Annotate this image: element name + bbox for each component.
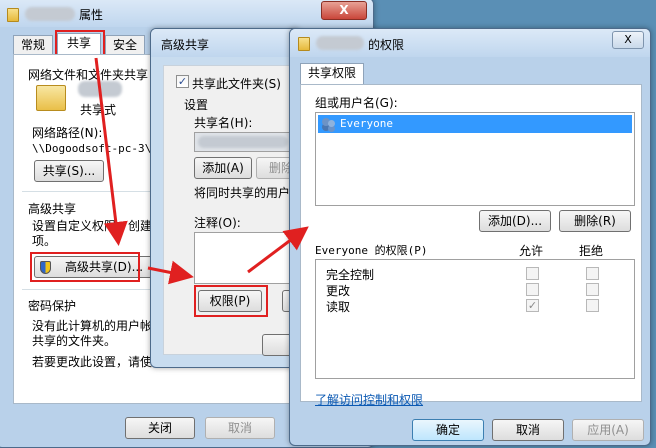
- group-users-label: 组或用户名(G):: [315, 96, 398, 110]
- user-limit-label: 将同时共享的用户: [194, 186, 291, 200]
- table-row: 更改: [316, 282, 634, 298]
- section-divider: [22, 191, 152, 192]
- allow-header: 允许: [519, 244, 544, 258]
- redacted-share-name: [78, 81, 122, 97]
- list-item[interactable]: Everyone: [318, 115, 632, 133]
- folder-icon: [298, 37, 310, 51]
- share-button[interactable]: 共享(S)...: [34, 160, 104, 182]
- permissions-close-button[interactable]: X: [612, 31, 644, 49]
- section-divider: [22, 289, 152, 290]
- network-path-label: 网络路径(N):: [32, 126, 103, 140]
- table-row: 完全控制: [316, 266, 634, 282]
- shared-folder-icon: [36, 85, 66, 111]
- permissions-titlebar: 的权限 X: [290, 29, 650, 57]
- deny-checkbox[interactable]: [586, 283, 599, 296]
- permissions-header: Everyone 的权限(P): [315, 244, 428, 257]
- tab-general-label: 常规: [20, 38, 45, 52]
- password-protection-heading: 密码保护: [28, 299, 77, 313]
- comment-field[interactable]: [194, 232, 299, 284]
- permissions-table: 完全控制 更改 读取 ✓: [315, 259, 635, 379]
- permissions-button-highlight: [194, 285, 268, 317]
- advanced-sharing-body: ✓ 共享此文件夹(S) 设置 共享名(H): 添加(A) 删除 将同时共享的用户…: [163, 65, 299, 356]
- allow-checkbox[interactable]: ✓: [526, 299, 539, 312]
- permissions-window: 的权限 X 共享权限 组或用户名(G): Everyone 添加(D)... 删…: [289, 28, 651, 446]
- users-list[interactable]: Everyone: [315, 112, 635, 206]
- permission-name: 更改: [326, 284, 351, 298]
- remove-user-button[interactable]: 删除(R): [559, 210, 631, 232]
- password-desc-2: 共享的文件夹。: [32, 334, 117, 348]
- advanced-sharing-titlebar: 高级共享: [151, 29, 299, 57]
- add-share-button[interactable]: 添加(A): [194, 157, 252, 179]
- access-control-help-link[interactable]: 了解访问控制和权限: [315, 391, 423, 408]
- allow-checkbox[interactable]: [526, 267, 539, 280]
- ok-button[interactable]: 确定: [412, 419, 484, 441]
- table-row: 读取 ✓: [316, 298, 634, 314]
- permission-name: 读取: [326, 300, 351, 314]
- tab-share-permissions-label: 共享权限: [307, 66, 356, 80]
- redacted-share-name-value: [198, 136, 288, 148]
- password-desc-3: 若要更改此设置，请使: [32, 355, 153, 369]
- properties-close-button[interactable]: X: [321, 1, 367, 20]
- cancel-button[interactable]: 取消: [492, 419, 564, 441]
- add-user-button[interactable]: 添加(D)...: [479, 210, 551, 232]
- apply-button[interactable]: 应用(A): [572, 419, 644, 441]
- folder-icon: [7, 8, 19, 22]
- permission-name: 完全控制: [326, 268, 375, 282]
- network-path-value: \\Dogoodsoft-pc-3\答: [32, 142, 163, 155]
- settings-label: 设置: [184, 98, 209, 112]
- advanced-sharing-title: 高级共享: [161, 38, 210, 52]
- redacted-folder-name: [25, 7, 75, 21]
- advanced-sharing-button-highlight: [30, 252, 140, 282]
- user-name: Everyone: [340, 117, 393, 130]
- share-folder-checkbox[interactable]: ✓: [176, 75, 189, 88]
- permissions-tab-panel: 组或用户名(G): Everyone 添加(D)... 删除(R) Everyo…: [300, 84, 642, 407]
- tab-security[interactable]: 安全: [105, 35, 145, 55]
- deny-checkbox[interactable]: [586, 299, 599, 312]
- share-type: 共享式: [80, 103, 117, 117]
- user-group-icon: [322, 118, 336, 130]
- sharing-tab-highlight: [55, 30, 105, 57]
- advanced-sharing-heading: 高级共享: [28, 202, 77, 216]
- allow-checkbox[interactable]: [526, 283, 539, 296]
- comment-label: 注释(O):: [194, 216, 241, 230]
- deny-checkbox[interactable]: [586, 267, 599, 280]
- tab-share-permissions[interactable]: 共享权限: [300, 63, 364, 85]
- tab-general[interactable]: 常规: [13, 35, 53, 55]
- permissions-title: 的权限: [368, 38, 405, 52]
- advanced-sharing-desc-2: 项。: [32, 234, 57, 248]
- properties-titlebar: 属性 X: [0, 0, 373, 27]
- properties-cancel-button[interactable]: 取消: [205, 417, 275, 439]
- redacted-folder-name: [316, 36, 364, 50]
- share-name-label: 共享名(H):: [194, 116, 253, 130]
- tab-security-label: 安全: [112, 38, 137, 52]
- deny-header: 拒绝: [579, 244, 604, 258]
- properties-title: 属性: [79, 8, 104, 22]
- advanced-sharing-window: 高级共享 ✓ 共享此文件夹(S) 设置 共享名(H): 添加(A) 删除 将同时…: [150, 28, 300, 368]
- share-folder-label: 共享此文件夹(S): [192, 77, 281, 91]
- properties-close-dialog-button[interactable]: 关闭: [125, 417, 195, 439]
